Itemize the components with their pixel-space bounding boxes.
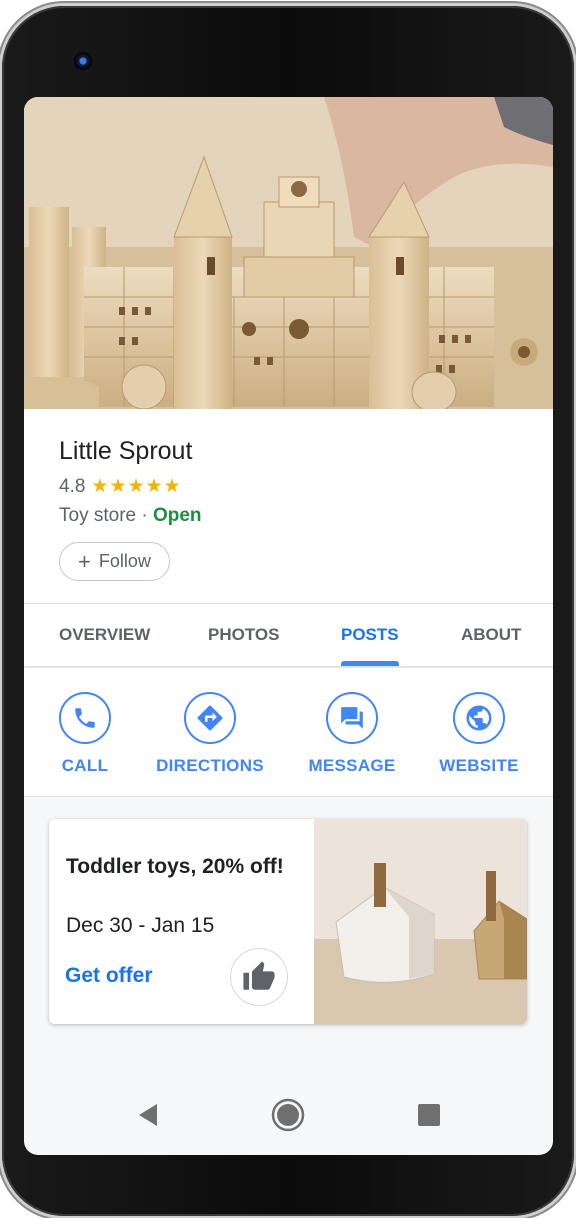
quick-actions: CALL DIRECTIONS MESSAGE WEBSITE <box>24 668 553 797</box>
message-button[interactable]: MESSAGE <box>282 692 422 776</box>
follow-label: Follow <box>98 551 151 571</box>
directions-button[interactable]: DIRECTIONS <box>140 692 280 776</box>
open-status: Open <box>152 505 202 526</box>
business-info-card: Little Sprout 4.8 ★★★★★ Toy store · Open… <box>24 409 553 603</box>
home-icon[interactable] <box>268 1085 308 1145</box>
system-nav-bar <box>24 1085 553 1145</box>
tab-photos[interactable]: PHOTOS <box>208 604 279 666</box>
business-category-status: Toy store · Open <box>59 505 202 527</box>
back-icon[interactable] <box>128 1085 168 1145</box>
post-dates: Dec 30 - Jan 15 <box>66 914 215 937</box>
tab-label: ABOUT <box>461 625 522 644</box>
get-offer-link[interactable]: Get offer <box>65 964 153 988</box>
like-button[interactable] <box>230 948 288 1006</box>
directions-icon <box>184 692 236 744</box>
tab-about[interactable]: ABOUT <box>461 604 521 666</box>
tab-bar: OVERVIEW PHOTOS POSTS ABOUT <box>24 604 553 666</box>
business-name: Little Sprout <box>59 437 193 465</box>
globe-icon <box>453 692 505 744</box>
front-camera <box>72 50 94 72</box>
post-title: Toddler toys, 20% off! <box>66 855 284 878</box>
tab-label: POSTS <box>341 625 399 644</box>
separator: · <box>136 505 153 526</box>
rating-value: 4.8 <box>59 475 86 497</box>
thumbs-up-icon <box>243 961 275 990</box>
rating-row[interactable]: 4.8 ★★★★★ <box>59 475 182 498</box>
rating-stars-icon: ★★★★★ <box>91 476 182 497</box>
post-card[interactable]: Toddler toys, 20% off! Dec 30 - Jan 15 G… <box>49 819 527 1024</box>
website-label: WEBSITE <box>439 756 519 775</box>
website-button[interactable]: WEBSITE <box>409 692 549 776</box>
call-label: CALL <box>61 756 109 775</box>
phone-icon <box>59 692 111 744</box>
follow-button[interactable]: + Follow <box>59 542 170 581</box>
wooden-houses-image <box>314 819 527 1024</box>
message-icon <box>326 692 378 744</box>
business-cover-photo[interactable] <box>24 97 553 409</box>
phone-frame: Little Sprout 4.8 ★★★★★ Toy store · Open… <box>2 6 574 1216</box>
directions-label: DIRECTIONS <box>156 756 264 775</box>
active-tab-indicator <box>341 661 399 666</box>
screen: Little Sprout 4.8 ★★★★★ Toy store · Open… <box>24 97 553 1155</box>
post-image[interactable] <box>314 819 527 1024</box>
message-label: MESSAGE <box>308 756 396 775</box>
call-button[interactable]: CALL <box>24 692 155 776</box>
tab-overview[interactable]: OVERVIEW <box>59 604 150 666</box>
tab-posts[interactable]: POSTS <box>341 604 399 666</box>
tab-label: OVERVIEW <box>59 625 151 644</box>
tab-label: PHOTOS <box>208 625 280 644</box>
plus-icon: + <box>78 548 91 574</box>
wooden-castle-image <box>24 97 553 409</box>
recents-icon[interactable] <box>414 1085 444 1145</box>
business-category: Toy store <box>59 505 137 526</box>
